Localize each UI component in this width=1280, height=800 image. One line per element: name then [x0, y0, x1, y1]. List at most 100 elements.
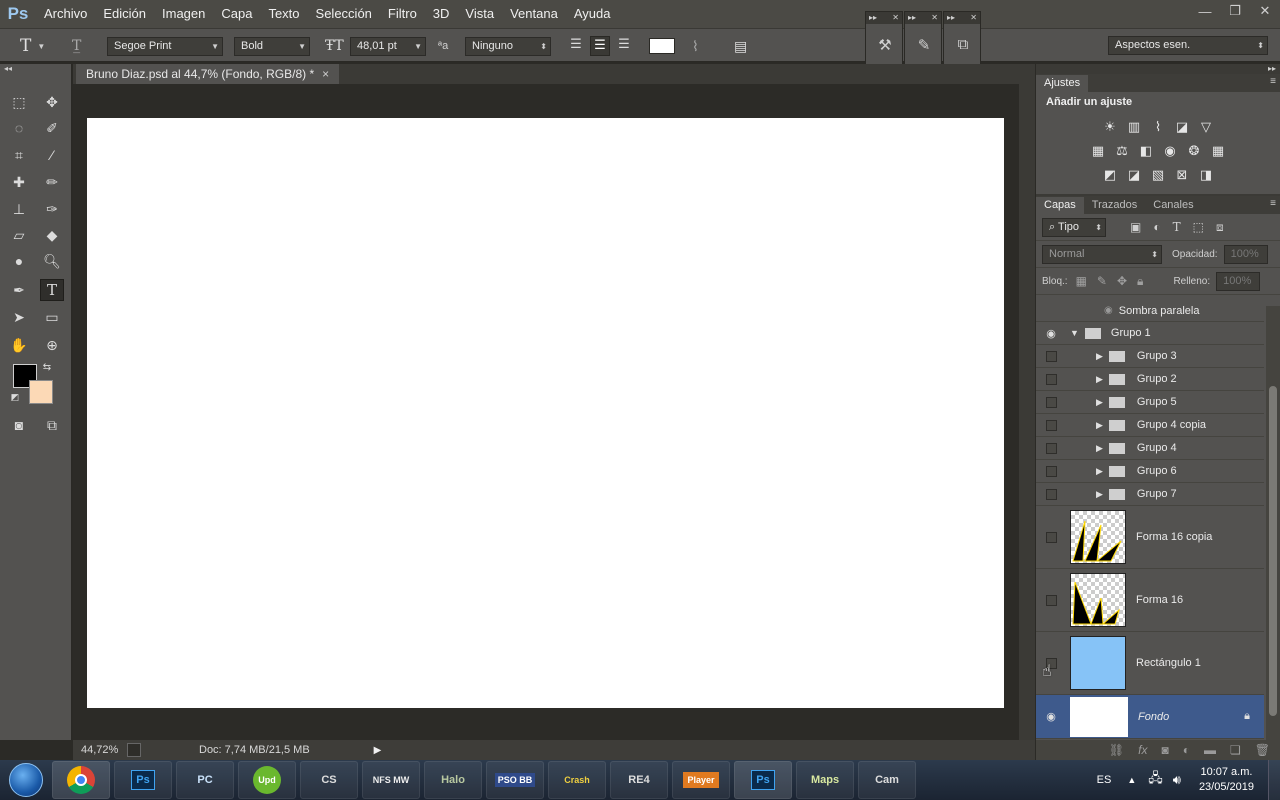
visibility-toggle[interactable]	[1045, 488, 1057, 500]
tool-presets-icon[interactable]: ⚒	[875, 36, 895, 56]
panel-menu-icon[interactable]: ≡	[1270, 198, 1276, 209]
photo-filter-icon[interactable]: ◉	[1161, 142, 1179, 160]
tab-ajustes[interactable]: Ajustes	[1036, 75, 1089, 92]
visibility-toggle[interactable]	[1045, 350, 1057, 362]
history-brush-tool-icon[interactable]: ✑	[40, 198, 64, 220]
document-canvas[interactable]	[87, 118, 1004, 708]
filter-pixel-icon[interactable]: ▣	[1130, 220, 1141, 235]
hue-saturation-icon[interactable]: ▦	[1089, 142, 1107, 160]
hand-tool-icon[interactable]: ✋	[7, 334, 31, 356]
taskbar-maps[interactable]: Maps	[796, 761, 854, 799]
layer-row-shape[interactable]: Forma 16 copia	[1036, 506, 1264, 569]
disclosure-closed-icon[interactable]: ▶	[1096, 397, 1103, 408]
filter-smart-object-icon[interactable]: ⧈	[1216, 220, 1224, 235]
channel-mixer-icon[interactable]: ❂	[1185, 142, 1203, 160]
dodge-tool-icon[interactable]: 🔍︎	[40, 250, 64, 272]
disclosure-open-icon[interactable]: ▼	[1070, 328, 1079, 338]
menu-edicion[interactable]: Edición	[95, 0, 154, 28]
menu-archivo[interactable]: Archivo	[36, 0, 95, 28]
eraser-tool-icon[interactable]: ▱	[7, 224, 31, 246]
disclosure-closed-icon[interactable]: ▶	[1096, 374, 1103, 385]
disclosure-closed-icon[interactable]: ▶	[1096, 420, 1103, 431]
background-color-swatch[interactable]	[29, 380, 53, 404]
lock-pixels-icon[interactable]: ✎	[1097, 274, 1107, 289]
layer-row-background[interactable]: ◉ Fondo 🔒︎	[1036, 695, 1264, 739]
disclosure-closed-icon[interactable]: ▶	[1096, 443, 1103, 454]
align-center-icon[interactable]: ☰	[590, 36, 610, 56]
taskbar-re4[interactable]: RE4	[610, 761, 668, 799]
layer-row-group[interactable]: ▶ Grupo 6	[1036, 460, 1264, 483]
taskbar-photoshop[interactable]: Ps	[734, 761, 792, 799]
start-button[interactable]	[0, 760, 52, 800]
taskbar-counter-strike[interactable]: CS	[300, 761, 358, 799]
clone-stamp-tool-icon[interactable]: ⊥	[7, 198, 31, 220]
layer-row-grupo-1[interactable]: ◉ ▼ Grupo 1	[1036, 322, 1264, 345]
expand-icon[interactable]: ▸▸	[869, 12, 877, 24]
layer-row-group[interactable]: ▶ Grupo 7	[1036, 483, 1264, 506]
layers-scrollbar[interactable]	[1266, 306, 1280, 742]
language-indicator[interactable]: ES	[1097, 774, 1112, 786]
visibility-toggle[interactable]	[1045, 594, 1057, 606]
taskbar-chrome[interactable]	[52, 761, 110, 799]
close-icon[interactable]: ✕	[970, 12, 977, 24]
workspace-select[interactable]: Aspectos esen. ⬍	[1108, 36, 1268, 55]
move-tool-icon[interactable]: ✥	[40, 91, 64, 113]
show-hidden-icons-icon[interactable]: ▲	[1127, 775, 1136, 785]
vibrance-icon[interactable]: ▽	[1197, 118, 1215, 136]
layer-filter-select[interactable]: ⌕ Tipo ⬍	[1042, 217, 1106, 237]
expand-icon[interactable]: ▸▸	[947, 12, 955, 24]
filter-shape-icon[interactable]: ⬚	[1193, 220, 1204, 235]
visibility-toggle[interactable]	[1045, 373, 1057, 385]
disclosure-closed-icon[interactable]: ▶	[1096, 351, 1103, 362]
default-colors-icon[interactable]: ◩	[8, 390, 22, 404]
align-left-icon[interactable]: ☰	[566, 36, 586, 56]
marquee-tool-icon[interactable]: ⬚	[7, 91, 31, 113]
taskbar-camera[interactable]: Cam	[858, 761, 916, 799]
path-selection-tool-icon[interactable]: ➤	[7, 306, 31, 328]
layer-row-rectangle[interactable]: Rectángulo 1	[1036, 632, 1264, 695]
type-tool-icon[interactable]: T	[40, 279, 64, 301]
zoom-level[interactable]: 44,72%	[73, 744, 121, 756]
menu-seleccion[interactable]: Selección	[308, 0, 380, 28]
invert-icon[interactable]: ◩	[1101, 166, 1119, 184]
font-style-select[interactable]: Bold ▼	[234, 36, 310, 56]
menu-imagen[interactable]: Imagen	[154, 0, 213, 28]
color-lookup-icon[interactable]: ▦	[1209, 142, 1227, 160]
tool-preset-picker[interactable]: T ▼	[20, 36, 45, 56]
swap-colors-icon[interactable]: ⇆	[40, 360, 54, 374]
network-icon[interactable]: 🖧︎	[1148, 769, 1163, 791]
add-mask-icon[interactable]: ◙	[1162, 743, 1169, 757]
brush-presets-icon[interactable]: ✎	[914, 36, 934, 56]
exposure-icon[interactable]: ◪	[1173, 118, 1191, 136]
taskbar-crash[interactable]: Crash	[548, 761, 606, 799]
zoom-tool-icon[interactable]: ⊕	[40, 334, 64, 356]
layer-row-group[interactable]: ▶ Grupo 4 copia	[1036, 414, 1264, 437]
selective-color-icon[interactable]: ◨	[1197, 166, 1215, 184]
lasso-tool-icon[interactable]: ◌	[7, 117, 31, 139]
new-adjustment-icon[interactable]: ◐	[1183, 743, 1190, 757]
filter-type-icon[interactable]: T	[1173, 220, 1181, 235]
lock-all-icon[interactable]: 🔒︎	[1137, 274, 1143, 289]
clock[interactable]: 10:07 a.m. 23/05/2019	[1185, 765, 1268, 795]
paint-bucket-tool-icon[interactable]: ◆	[40, 224, 64, 246]
layer-style-icon[interactable]: fx	[1138, 743, 1147, 757]
posterize-icon[interactable]: ◪	[1125, 166, 1143, 184]
crop-tool-icon[interactable]: ⌗	[7, 144, 31, 166]
document-tab[interactable]: Bruno Diaz.psd al 44,7% (Fondo, RGB/8) *…	[76, 64, 340, 84]
visibility-toggle[interactable]	[1045, 465, 1057, 477]
minimize-button[interactable]: —	[1190, 0, 1220, 22]
layer-row-group[interactable]: ▶ Grupo 4	[1036, 437, 1264, 460]
close-icon[interactable]: ✕	[931, 12, 938, 24]
warp-text-icon[interactable]: ⌇	[692, 36, 699, 56]
text-orientation-icon[interactable]: T̲	[72, 36, 81, 56]
screen-mode-icon[interactable]: ⧉	[40, 414, 64, 436]
quick-mask-icon[interactable]: ◙	[7, 414, 31, 436]
show-desktop-button[interactable]	[1268, 760, 1280, 800]
filter-adjustment-icon[interactable]: ◐	[1153, 220, 1160, 235]
eye-icon[interactable]: ◉	[1046, 710, 1056, 723]
threshold-icon[interactable]: ▧	[1149, 166, 1167, 184]
menu-vista[interactable]: Vista	[457, 0, 502, 28]
brush-tool-icon[interactable]: ✏	[40, 171, 64, 193]
close-button[interactable]: ✕	[1250, 0, 1280, 22]
font-family-select[interactable]: Segoe Print ▼	[107, 36, 223, 56]
